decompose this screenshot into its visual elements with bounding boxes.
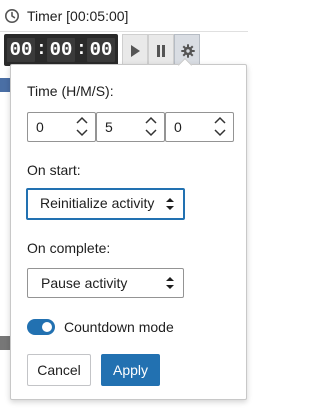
timer-settings-popover: Time (H/M/S): 0 5 0 On start: Reinitiali…: [10, 64, 247, 400]
chevron-up-icon: [145, 116, 157, 124]
decrement-button[interactable]: [71, 127, 93, 140]
cancel-button[interactable]: Cancel: [27, 354, 91, 386]
on-start-label: On start:: [27, 162, 81, 178]
increment-button[interactable]: [71, 114, 93, 127]
hours-display: 00: [7, 38, 35, 62]
time-label: Time (H/M/S):: [27, 83, 114, 99]
separator: :: [76, 40, 87, 60]
chevron-up-icon: [214, 116, 226, 124]
timer-titlebar: Timer [00:05:00]: [0, 0, 248, 32]
chevron-up-icon: [76, 116, 88, 124]
decrement-button[interactable]: [140, 127, 162, 140]
chevron-down-icon: [145, 129, 157, 137]
minutes-display: 00: [47, 38, 75, 62]
chevron-down-icon: [214, 129, 226, 137]
play-icon: [131, 45, 140, 57]
on-complete-select[interactable]: Pause activity: [27, 268, 184, 298]
gear-icon: [181, 44, 195, 58]
hours-stepper[interactable]: [69, 113, 95, 141]
on-start-select[interactable]: Reinitialize activity: [26, 188, 185, 220]
updown-chevron-icon: [166, 198, 174, 210]
countdown-label: Countdown mode: [64, 319, 174, 335]
seconds-stepper[interactable]: [207, 113, 233, 141]
hours-input[interactable]: 0: [27, 112, 96, 142]
countdown-toggle[interactable]: [27, 319, 55, 335]
seconds-input[interactable]: 0: [165, 112, 234, 142]
apply-button[interactable]: Apply: [101, 354, 160, 386]
pause-button[interactable]: [148, 34, 174, 66]
increment-button[interactable]: [209, 114, 231, 127]
separator: :: [36, 40, 47, 60]
toggle-knob: [42, 322, 52, 332]
timer-display: 00 : 00 : 00: [4, 34, 118, 66]
pause-icon: [157, 45, 165, 57]
background-icon: [0, 336, 10, 350]
play-button[interactable]: [122, 34, 148, 66]
minutes-stepper[interactable]: [138, 113, 164, 141]
clock-icon: [4, 8, 20, 24]
minutes-input[interactable]: 5: [96, 112, 165, 142]
chevron-down-icon: [76, 129, 88, 137]
background-icon: [0, 78, 10, 92]
decrement-button[interactable]: [209, 127, 231, 140]
increment-button[interactable]: [140, 114, 162, 127]
seconds-display: 00: [87, 38, 115, 62]
timer-title: Timer [00:05:00]: [27, 8, 129, 24]
on-complete-label: On complete:: [27, 240, 111, 256]
updown-chevron-icon: [166, 277, 174, 289]
